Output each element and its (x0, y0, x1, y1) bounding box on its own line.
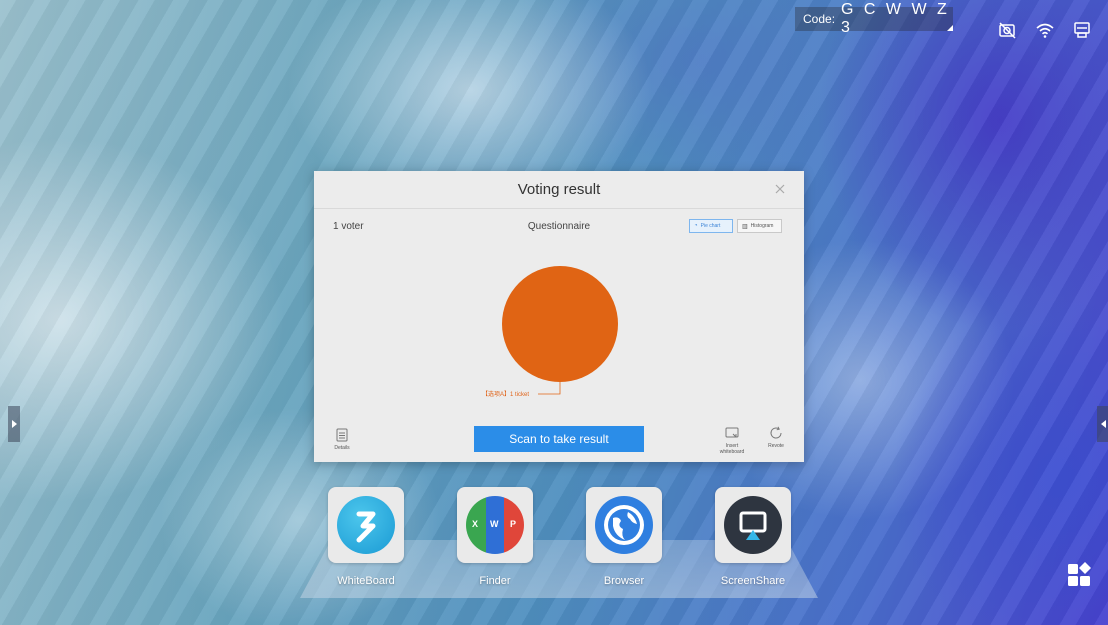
screen-cast-icon[interactable] (1072, 20, 1092, 40)
expand-corner-icon (947, 25, 953, 31)
dialog-title: Voting result (517, 181, 601, 198)
app-label-screenshare: ScreenShare (720, 575, 786, 587)
screenshare-tile[interactable] (715, 487, 791, 563)
scan-to-take-result-button[interactable]: Scan to take result (474, 426, 644, 452)
details-button[interactable]: Details (322, 427, 362, 451)
code-value: G C W W Z 3 (841, 1, 950, 36)
right-drawer-handle[interactable] (1097, 406, 1108, 442)
finder-tile[interactable]: X W P (457, 487, 533, 563)
finder-letter-w: W (490, 519, 499, 529)
pie-slice-0 (502, 266, 618, 382)
close-icon[interactable] (771, 180, 789, 198)
voting-result-dialog: Voting result 1 voter Questionnaire ◔ Pi… (314, 171, 804, 462)
screenshare-icon (724, 496, 782, 554)
histogram-toggle[interactable]: ▥ Histogram (737, 219, 782, 233)
slice-leader-line (538, 382, 561, 395)
revote-label: Revote (768, 443, 784, 449)
histogram-icon: ▥ (742, 223, 748, 230)
vote-pie-chart (502, 266, 618, 395)
room-code-badge[interactable]: Code: G C W W Z 3 (795, 1, 953, 36)
app-browser[interactable]: Browser (584, 487, 664, 587)
app-grid-icon[interactable] (1066, 561, 1094, 589)
camera-off-icon[interactable] (997, 20, 1017, 40)
pie-chart-toggle-label: Pie chart (700, 223, 721, 229)
pie-slice-label: 【选项A】1 ticket (482, 392, 530, 398)
details-label: Details (334, 445, 350, 451)
app-finder[interactable]: X W P Finder (455, 487, 535, 587)
whiteboard-icon (337, 496, 395, 554)
pie-chart-toggle[interactable]: ◔ Pie chart (689, 219, 733, 233)
left-drawer-handle[interactable] (8, 406, 20, 442)
app-label-whiteboard: WhiteBoard (337, 575, 395, 587)
app-label-browser: Browser (603, 575, 645, 587)
histogram-toggle-label: Histogram (750, 223, 774, 229)
browser-tile[interactable] (586, 487, 662, 563)
finder-letter-x: X (472, 519, 479, 529)
document-list-icon (334, 427, 350, 443)
chevron-left-icon (1100, 420, 1106, 428)
revote-button[interactable]: Revote (756, 425, 796, 449)
code-label: Code: (803, 12, 836, 26)
browser-icon (595, 496, 653, 554)
wifi-icon[interactable] (1035, 20, 1055, 40)
app-screenshare[interactable]: ScreenShare (713, 487, 793, 587)
chevron-right-icon (11, 420, 17, 428)
whiteboard-tile[interactable] (328, 487, 404, 563)
dialog-divider (314, 208, 804, 209)
refresh-icon (768, 425, 784, 441)
app-whiteboard[interactable]: WhiteBoard (326, 487, 406, 587)
finder-letter-p: P (510, 519, 517, 529)
insert-whiteboard-button[interactable]: Insert whiteboard (712, 425, 752, 455)
insert-whiteboard-label: Insert whiteboard (719, 443, 745, 455)
pie-chart-icon: ◔ (694, 223, 698, 229)
insert-whiteboard-icon (724, 425, 740, 441)
finder-icon: X W P (466, 496, 524, 554)
app-label-finder: Finder (479, 575, 511, 587)
